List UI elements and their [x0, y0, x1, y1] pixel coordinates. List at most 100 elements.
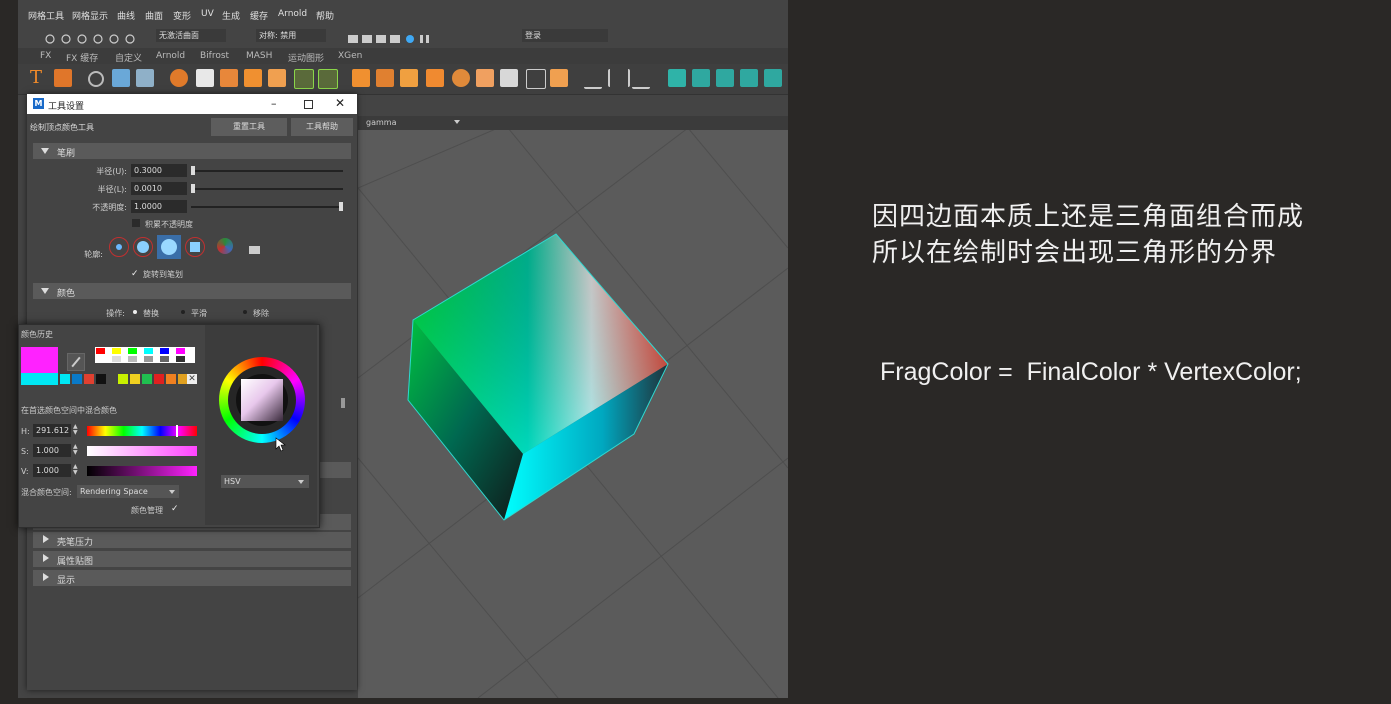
- op-smooth-radio[interactable]: [181, 310, 185, 314]
- saturation-spinner-icon[interactable]: ▲ ▼: [73, 444, 79, 457]
- opacity-slider-handle[interactable]: [339, 202, 343, 211]
- menu-deform[interactable]: 变形: [173, 9, 191, 22]
- viewport[interactable]: [358, 128, 788, 698]
- menu-surfaces[interactable]: 曲面: [145, 9, 163, 22]
- history-swatch[interactable]: [160, 356, 169, 362]
- chevron-down-icon[interactable]: [298, 480, 304, 484]
- history-swatch[interactable]: [128, 356, 137, 362]
- login-dropdown[interactable]: 登录: [522, 29, 608, 42]
- menu-mesh-tools[interactable]: 网格工具: [28, 9, 64, 22]
- accumulate-opacity-checkbox[interactable]: [132, 219, 140, 227]
- history-swatch[interactable]: [144, 348, 153, 354]
- world-icon[interactable]: [318, 69, 338, 89]
- attribute-maps-section[interactable]: 属性贴图: [33, 551, 351, 567]
- mix-space-dropdown[interactable]: Rendering Space: [77, 485, 179, 498]
- minimize-icon[interactable]: –: [271, 97, 277, 110]
- history-swatch[interactable]: [60, 374, 70, 384]
- history-swatch[interactable]: [142, 374, 152, 384]
- frame-icon[interactable]: [526, 69, 546, 89]
- opacity-field[interactable]: 1.0000: [131, 200, 187, 213]
- profile-gaussian-icon[interactable]: [109, 237, 129, 257]
- eyedropper-icon[interactable]: [67, 353, 85, 371]
- cube-icon[interactable]: [400, 69, 418, 87]
- reset-tool-button[interactable]: 重置工具: [211, 118, 287, 136]
- history-swatch[interactable]: [96, 374, 106, 384]
- shelf-tab-arnold[interactable]: Arnold: [156, 51, 185, 61]
- folder-icon[interactable]: [249, 246, 260, 254]
- shelf-tab-motion-graphics[interactable]: 运动图形: [288, 51, 324, 64]
- radius-u-field[interactable]: 0.3000: [131, 164, 187, 177]
- history-swatch[interactable]: [128, 348, 137, 354]
- color-mode-dropdown[interactable]: HSV: [221, 475, 309, 488]
- mash-network-icon[interactable]: [196, 69, 214, 87]
- brush-icon[interactable]: [632, 69, 650, 89]
- scrollbar-handle[interactable]: [341, 398, 345, 408]
- history-swatch[interactable]: [112, 356, 121, 362]
- menu-uv[interactable]: UV: [201, 9, 214, 19]
- hue-slider[interactable]: [87, 425, 197, 437]
- curve-icon[interactable]: [294, 69, 314, 89]
- text-tool-icon[interactable]: T: [30, 67, 42, 88]
- op-remove-radio[interactable]: [243, 310, 247, 314]
- menu-cache[interactable]: 缓存: [250, 9, 268, 22]
- history-swatch[interactable]: [96, 356, 105, 362]
- opacity-slider[interactable]: [191, 206, 343, 208]
- snap-icons[interactable]: [44, 30, 144, 44]
- sphere-icon[interactable]: [452, 69, 470, 87]
- radius-l-slider-handle[interactable]: [191, 184, 195, 193]
- profile-soft-icon[interactable]: [133, 237, 153, 257]
- stack-icon[interactable]: [476, 69, 494, 87]
- shelf-tab-custom[interactable]: 自定义: [115, 51, 142, 64]
- live-surface-field[interactable]: 无激活曲面: [156, 29, 226, 42]
- shelf-tab-fx-cache[interactable]: FX 缓存: [66, 51, 98, 64]
- history-swatch[interactable]: [130, 374, 140, 384]
- profile-solid-icon[interactable]: [157, 235, 181, 259]
- xgen-icon-3[interactable]: [716, 69, 734, 87]
- display-section[interactable]: 显示: [33, 570, 351, 586]
- radius-u-slider[interactable]: [191, 170, 343, 172]
- menu-generate[interactable]: 生成: [222, 9, 240, 22]
- menu-help[interactable]: 帮助: [316, 9, 334, 22]
- profile-square-icon[interactable]: [185, 237, 205, 257]
- profile-custom-icon[interactable]: [217, 238, 233, 254]
- replicator-icon[interactable]: [244, 69, 262, 87]
- clear-history-icon[interactable]: ✕: [187, 374, 197, 384]
- brackets-icon[interactable]: [608, 69, 630, 87]
- stylus-pressure-section[interactable]: 壳笔压力: [33, 532, 351, 548]
- colorspace-label[interactable]: gamma: [366, 118, 396, 127]
- hue-wheel[interactable]: [219, 357, 305, 443]
- history-swatch[interactable]: [84, 374, 94, 384]
- maximize-icon[interactable]: [304, 100, 313, 109]
- history-swatch[interactable]: [112, 348, 121, 354]
- saturation-slider[interactable]: [87, 446, 197, 456]
- menu-arnold[interactable]: Arnold: [278, 9, 307, 19]
- saturation-value-square[interactable]: [241, 379, 283, 421]
- pen-icon[interactable]: [584, 69, 602, 89]
- symmetry-field[interactable]: 对称: 禁用: [256, 29, 326, 42]
- history-swatch[interactable]: [176, 348, 185, 354]
- render-icons[interactable]: [348, 30, 434, 43]
- repro-icon[interactable]: [268, 69, 286, 87]
- distribute-icon[interactable]: [220, 69, 238, 87]
- previous-color-swatch[interactable]: [21, 373, 58, 385]
- shelf-tab-xgen[interactable]: XGen: [338, 51, 362, 61]
- color-section-header[interactable]: 颜色: [33, 283, 351, 299]
- radius-l-slider[interactable]: [191, 188, 343, 190]
- history-swatch[interactable]: [154, 374, 164, 384]
- xgen-icon-4[interactable]: [740, 69, 758, 87]
- saturation-field[interactable]: 1.000: [33, 444, 71, 457]
- rotate-to-stroke-checkbox[interactable]: ✓: [131, 269, 139, 279]
- radius-u-slider-handle[interactable]: [191, 166, 195, 175]
- painted-cube[interactable]: [358, 128, 788, 698]
- locator-icon[interactable]: [88, 71, 104, 87]
- blocks-icon[interactable]: [550, 69, 568, 87]
- value-slider[interactable]: [87, 466, 197, 476]
- mash-icon[interactable]: [136, 69, 154, 87]
- history-swatch[interactable]: [160, 348, 169, 354]
- hue-spinner-icon[interactable]: ▲ ▼: [73, 424, 79, 437]
- shelf-tab-mash[interactable]: MASH: [246, 51, 272, 61]
- xgen-icon-5[interactable]: [764, 69, 782, 87]
- menu-mesh-display[interactable]: 网格显示: [72, 9, 108, 22]
- hue-slider-handle[interactable]: [176, 425, 178, 437]
- chevron-down-icon[interactable]: [454, 120, 460, 124]
